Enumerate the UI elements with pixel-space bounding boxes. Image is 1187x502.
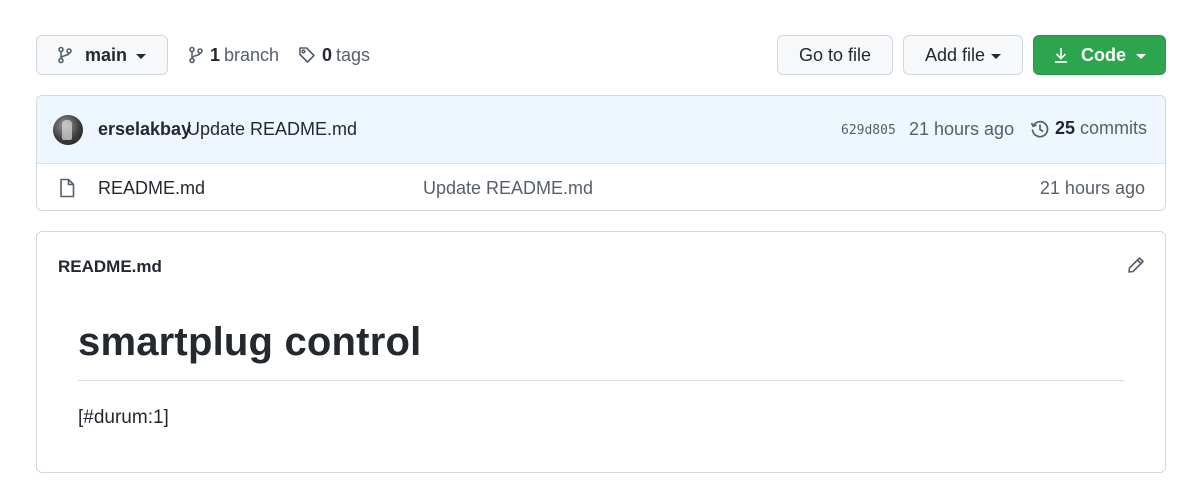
chevron-down-icon <box>136 54 147 59</box>
readme-heading: smartplug control <box>78 320 422 364</box>
code-label: Code <box>1081 44 1126 65</box>
history-icon <box>1030 119 1050 139</box>
repo-toolbar: main 1 branch 0 tags Go to file Add file… <box>36 35 1166 75</box>
tag-count: 0 <box>322 44 333 65</box>
git-branch-icon <box>57 46 73 64</box>
file-commit-message[interactable]: Update README.md <box>423 178 593 199</box>
commit-time[interactable]: 21 hours ago <box>909 119 1014 140</box>
tag-icon <box>298 46 316 64</box>
file-icon <box>59 178 75 198</box>
commit-sha[interactable]: 629d805 <box>841 123 896 138</box>
commit-author[interactable]: erselakbay <box>98 119 191 140</box>
file-name[interactable]: README.md <box>98 178 205 199</box>
git-branch-icon <box>188 46 204 64</box>
branch-count: 1 <box>210 44 221 65</box>
add-file-button[interactable]: Add file <box>903 35 1023 75</box>
table-row[interactable]: README.md Update README.md 21 hours ago <box>37 164 1165 210</box>
commit-word: commits <box>1080 118 1148 138</box>
tags-link[interactable]: 0 tags <box>298 35 370 75</box>
tag-word: tags <box>336 44 371 65</box>
branches-link[interactable]: 1 branch <box>188 35 279 75</box>
chevron-down-icon <box>991 54 1002 59</box>
file-browser: erselakbay Update README.md 629d805 21 h… <box>36 95 1166 211</box>
readme-paragraph: [#durum:1] <box>78 407 169 428</box>
commits-link[interactable]: 25 commits <box>1030 118 1147 139</box>
readme-filename[interactable]: README.md <box>58 257 162 277</box>
avatar[interactable] <box>53 115 83 145</box>
branch-select-button[interactable]: main <box>36 35 168 75</box>
download-icon <box>1053 46 1069 64</box>
readme-panel: README.md smartplug control [#durum:1] <box>36 231 1166 473</box>
file-commit-time: 21 hours ago <box>1039 178 1145 198</box>
add-file-label: Add file <box>924 44 986 65</box>
commit-count: 25 <box>1055 118 1076 138</box>
branch-word: branch <box>224 44 280 65</box>
chevron-down-icon <box>1136 54 1146 59</box>
latest-commit-row: erselakbay Update README.md 629d805 21 h… <box>37 96 1165 164</box>
code-button[interactable]: Code <box>1033 35 1166 75</box>
go-to-file-button[interactable]: Go to file <box>777 35 893 75</box>
heading-divider <box>78 380 1124 381</box>
branch-name: main <box>85 44 128 65</box>
go-to-file-label: Go to file <box>798 44 872 65</box>
commit-message[interactable]: Update README.md <box>187 119 357 140</box>
pencil-icon[interactable] <box>1127 256 1145 274</box>
